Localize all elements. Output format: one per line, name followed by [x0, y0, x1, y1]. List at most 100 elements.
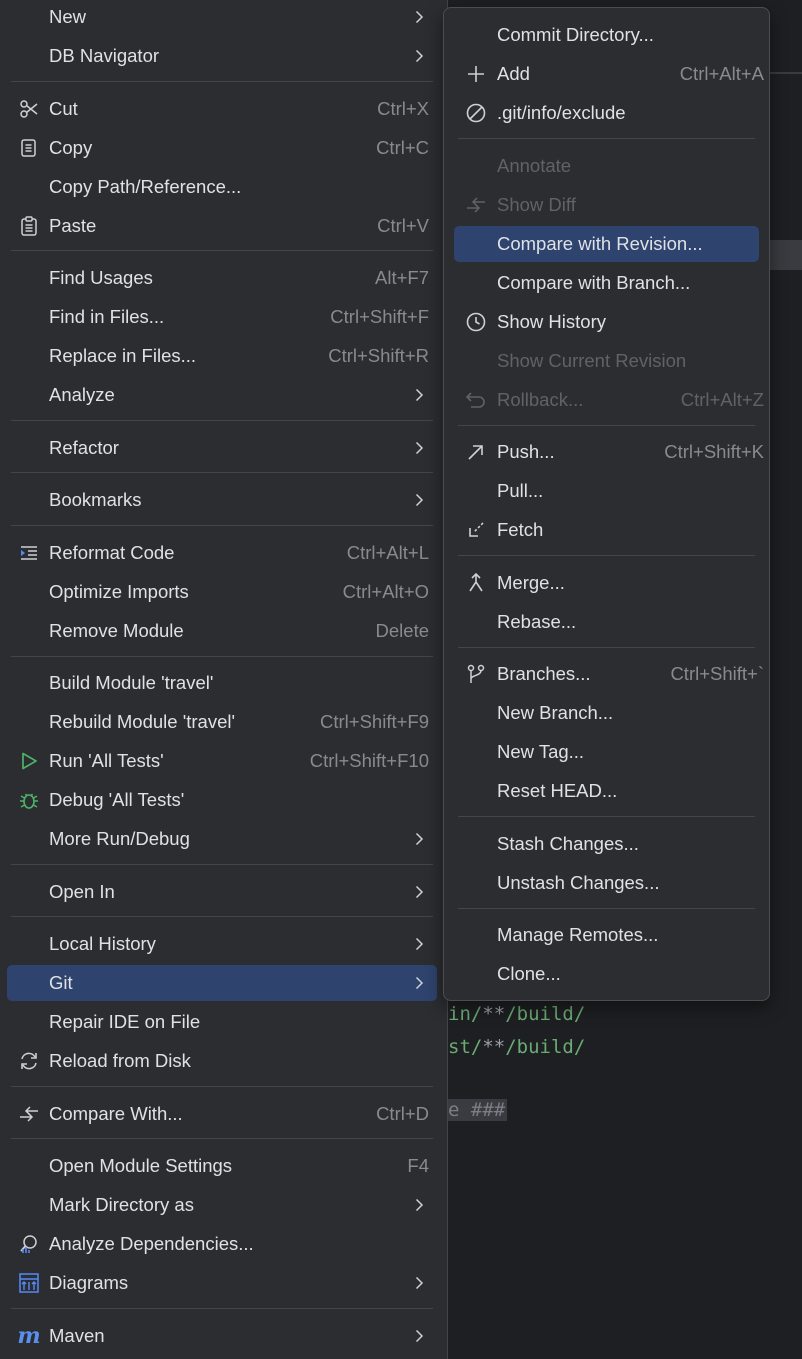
menu-item-label: .git/info/exclude: [497, 102, 626, 123]
menu-item-git[interactable]: Git: [7, 965, 437, 1001]
git-item-add[interactable]: Add Ctrl+Alt+A: [454, 56, 764, 92]
git-item-manage-remotes[interactable]: Manage Remotes...: [454, 917, 759, 953]
copy-icon: [17, 136, 41, 160]
fetch-icon: [464, 518, 488, 542]
menu-item-analyze-dependencies[interactable]: Analyze Dependencies...: [7, 1226, 437, 1262]
menu-separator: [11, 81, 433, 82]
clock-icon: [464, 310, 488, 334]
menu-item-local-history[interactable]: Local History: [7, 926, 437, 962]
menu-item-shortcut: Ctrl+Shift+F9: [320, 711, 429, 732]
project-context-menu: New DB Navigator Cut Ctrl+X Copy Ctrl+C …: [0, 0, 448, 1359]
menu-separator: [458, 816, 755, 817]
git-item-compare-with-branch[interactable]: Compare with Branch...: [454, 265, 759, 301]
menu-item-find-in-files[interactable]: Find in Files... Ctrl+Shift+F: [7, 299, 437, 335]
menu-item-label: Run 'All Tests': [49, 750, 164, 771]
menu-item-label: Open In: [49, 881, 115, 902]
menu-item-label: Maven: [49, 1325, 105, 1346]
menu-separator: [11, 864, 433, 865]
menu-item-label: Compare with Branch...: [497, 272, 691, 293]
menu-item-reformat-code[interactable]: Reformat Code Ctrl+Alt+L: [7, 535, 437, 571]
menu-item-find-usages[interactable]: Find Usages Alt+F7: [7, 260, 437, 296]
menu-item-label: Branches...: [497, 663, 591, 684]
menu-item-label: Find Usages: [49, 267, 153, 288]
menu-item-open-module-settings[interactable]: Open Module Settings F4: [7, 1148, 437, 1184]
menu-item-label: Debug 'All Tests': [49, 789, 185, 810]
reload-icon: [17, 1049, 41, 1073]
menu-item-shortcut: Ctrl+V: [377, 215, 429, 236]
git-item-annotate[interactable]: Annotate: [454, 148, 759, 184]
git-item-reset-head[interactable]: Reset HEAD...: [454, 773, 759, 809]
menu-separator: [458, 138, 755, 139]
menu-item-label: Optimize Imports: [49, 581, 189, 602]
menu-item-analyze[interactable]: Analyze: [7, 377, 437, 413]
menu-item-optimize-imports[interactable]: Optimize Imports Ctrl+Alt+O: [7, 574, 437, 610]
menu-item-label: Compare with Revision...: [497, 233, 703, 254]
menu-item-run-all-tests[interactable]: Run 'All Tests' Ctrl+Shift+F10: [7, 743, 437, 779]
menu-item-open-in[interactable]: Open In: [7, 874, 437, 910]
menu-item-copy[interactable]: Copy Ctrl+C: [7, 130, 437, 166]
menu-item-shortcut: Ctrl+Alt+L: [346, 542, 429, 563]
menu-item-repair-ide[interactable]: Repair IDE on File: [7, 1004, 437, 1040]
menu-item-db-navigator[interactable]: DB Navigator: [7, 38, 437, 74]
menu-item-paste[interactable]: Paste Ctrl+V: [7, 208, 437, 244]
menu-item-label: Rebuild Module 'travel': [49, 711, 235, 732]
menu-item-remove-module[interactable]: Remove Module Delete: [7, 613, 437, 649]
git-item-rollback[interactable]: Rollback... Ctrl+Alt+Z: [454, 382, 764, 418]
push-icon: [464, 440, 488, 464]
reformat-icon: [17, 541, 41, 565]
git-item-new-branch[interactable]: New Branch...: [454, 695, 759, 731]
menu-item-label: Open Module Settings: [49, 1155, 233, 1176]
menu-item-diagrams[interactable]: Diagrams: [7, 1265, 437, 1301]
chevron-right-icon: [413, 830, 425, 848]
menu-item-shortcut: Ctrl+Alt+O: [342, 581, 429, 602]
menu-item-shortcut: Ctrl+D: [376, 1103, 429, 1124]
git-item-show-history[interactable]: Show History: [454, 304, 759, 340]
menu-item-reload-from-disk[interactable]: Reload from Disk: [7, 1043, 437, 1079]
git-item-exclude[interactable]: .git/info/exclude: [454, 95, 759, 131]
diff-icon: [464, 193, 488, 217]
git-item-pull[interactable]: Pull...: [454, 473, 759, 509]
git-item-new-tag[interactable]: New Tag...: [454, 734, 759, 770]
git-item-compare-with-revision[interactable]: Compare with Revision...: [454, 226, 759, 262]
menu-item-cut[interactable]: Cut Ctrl+X: [7, 91, 437, 127]
git-item-push[interactable]: Push... Ctrl+Shift+K: [454, 434, 764, 470]
menu-item-label: Copy: [49, 137, 93, 158]
menu-item-label: Refactor: [49, 437, 119, 458]
menu-separator: [11, 472, 433, 473]
menu-item-debug-all-tests[interactable]: Debug 'All Tests': [7, 782, 437, 818]
git-item-clone[interactable]: Clone...: [454, 956, 759, 992]
menu-item-build-module[interactable]: Build Module 'travel': [7, 665, 437, 701]
diagrams-icon: [17, 1271, 41, 1295]
code-line-2: st/**/build/: [448, 1036, 586, 1058]
menu-item-label: New Branch...: [497, 702, 614, 723]
menu-item-more-run-debug[interactable]: More Run/Debug: [7, 821, 437, 857]
git-item-show-diff[interactable]: Show Diff: [454, 187, 759, 223]
menu-item-label: Stash Changes...: [497, 833, 639, 854]
menu-item-replace-in-files[interactable]: Replace in Files... Ctrl+Shift+R: [7, 338, 437, 374]
git-item-unstash-changes[interactable]: Unstash Changes...: [454, 865, 759, 901]
menu-item-bookmarks[interactable]: Bookmarks: [7, 482, 437, 518]
chevron-right-icon: [413, 439, 425, 457]
menu-item-new[interactable]: New: [7, 0, 437, 35]
menu-item-refactor[interactable]: Refactor: [7, 430, 437, 466]
menu-item-label: Git: [49, 972, 73, 993]
run-icon: [17, 749, 41, 773]
menu-separator: [11, 656, 433, 657]
git-item-rebase[interactable]: Rebase...: [454, 604, 759, 640]
menu-item-label: Remove Module: [49, 620, 184, 641]
menu-item-rebuild-module[interactable]: Rebuild Module 'travel' Ctrl+Shift+F9: [7, 704, 437, 740]
git-item-stash-changes[interactable]: Stash Changes...: [454, 826, 759, 862]
git-item-fetch[interactable]: Fetch: [454, 512, 759, 548]
menu-item-shortcut: Ctrl+C: [376, 137, 429, 158]
menu-item-shortcut: Ctrl+Shift+F10: [309, 750, 429, 771]
menu-item-maven[interactable]: m Maven: [7, 1318, 437, 1354]
git-item-commit-directory[interactable]: Commit Directory...: [454, 17, 759, 53]
chevron-right-icon: [413, 47, 425, 65]
menu-item-compare-with[interactable]: Compare With... Ctrl+D: [7, 1096, 437, 1132]
git-item-show-current-revision[interactable]: Show Current Revision: [454, 343, 759, 379]
git-item-merge[interactable]: Merge...: [454, 565, 759, 601]
menu-separator: [11, 250, 433, 251]
menu-item-mark-directory-as[interactable]: Mark Directory as: [7, 1187, 437, 1223]
git-item-branches[interactable]: Branches... Ctrl+Shift+`: [454, 656, 764, 692]
menu-item-copy-path[interactable]: Copy Path/Reference...: [7, 169, 437, 205]
